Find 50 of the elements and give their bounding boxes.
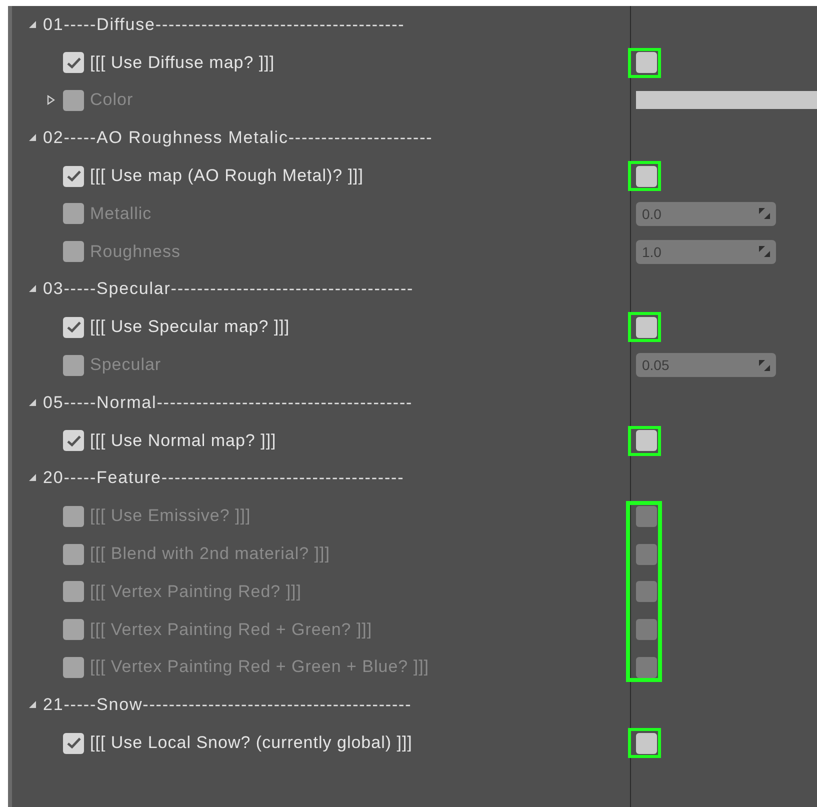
section-header[interactable]: 20-----Feature------------------------------------- bbox=[43, 468, 404, 488]
property-label: [[[ Use Normal map? ]]] bbox=[90, 430, 276, 451]
resize-icon bbox=[759, 246, 770, 258]
property-label: [[[ Use Specular map? ]]] bbox=[90, 317, 290, 338]
override-checkbox[interactable] bbox=[63, 203, 84, 224]
resize-icon bbox=[759, 208, 770, 220]
property-label: [[[ Use map (AO Rough Metal)? ]]] bbox=[90, 166, 364, 186]
override-checkbox[interactable] bbox=[63, 354, 84, 376]
collapse-arrow-icon[interactable] bbox=[29, 133, 37, 144]
override-checkbox[interactable] bbox=[63, 430, 84, 452]
property-label: Color bbox=[90, 90, 134, 110]
override-checkbox[interactable] bbox=[63, 241, 84, 262]
collapse-arrow-icon[interactable] bbox=[29, 473, 37, 484]
property-label: [[[ Vertex Painting Red + Green + Blue? ]]] bbox=[90, 657, 430, 678]
checkmark-icon bbox=[66, 434, 80, 447]
section-header[interactable]: 05-----Normal--------------------------------------- bbox=[43, 392, 413, 413]
property-label: [[[ Vertex Painting Red? ]]] bbox=[90, 582, 302, 602]
checkmark-icon bbox=[66, 56, 80, 69]
section-header[interactable]: 02-----AO Roughness Metalic---------------------- bbox=[43, 128, 433, 148]
expand-arrow-icon[interactable] bbox=[47, 95, 55, 106]
property-label: [[[ Blend with 2nd material? ]]] bbox=[90, 544, 330, 564]
collapse-arrow-icon[interactable] bbox=[29, 20, 37, 30]
override-checkbox[interactable] bbox=[63, 52, 84, 74]
override-checkbox[interactable] bbox=[63, 316, 84, 338]
collapse-arrow-icon[interactable] bbox=[29, 284, 37, 294]
property-label: [[[ Vertex Painting Red + Green? ]]] bbox=[90, 620, 372, 640]
checkbox[interactable] bbox=[636, 166, 657, 187]
property-label: Specular bbox=[90, 355, 162, 376]
property-label: Metallic bbox=[90, 204, 152, 224]
section-header[interactable]: 21-----Snow----------------------------------------- bbox=[43, 695, 412, 716]
collapse-arrow-icon[interactable] bbox=[29, 700, 37, 710]
checkbox[interactable] bbox=[636, 52, 657, 74]
color-swatch[interactable] bbox=[636, 91, 817, 110]
checkmark-icon bbox=[66, 737, 80, 750]
resize-icon bbox=[759, 360, 770, 371]
override-checkbox[interactable] bbox=[63, 166, 84, 187]
property-label: Roughness bbox=[90, 242, 181, 262]
checkmark-icon bbox=[66, 321, 80, 334]
override-checkbox[interactable] bbox=[63, 90, 84, 111]
override-checkbox[interactable] bbox=[63, 732, 84, 754]
property-label: [[[ Use Local Snow? (currently global) ]]] bbox=[90, 733, 412, 754]
checkmark-icon bbox=[66, 170, 80, 182]
checkbox[interactable] bbox=[636, 430, 657, 452]
property-label: [[[ Use Diffuse map? ]]] bbox=[90, 52, 275, 73]
checkbox[interactable] bbox=[636, 732, 657, 754]
checkbox[interactable] bbox=[636, 316, 657, 338]
property-label: [[[ Use Emissive? ]]] bbox=[90, 506, 251, 526]
section-header[interactable]: 01-----Diffuse-------------------------------------- bbox=[43, 14, 405, 35]
collapse-arrow-icon[interactable] bbox=[29, 398, 37, 408]
section-header[interactable]: 03-----Specular------------------------------------- bbox=[43, 279, 414, 300]
